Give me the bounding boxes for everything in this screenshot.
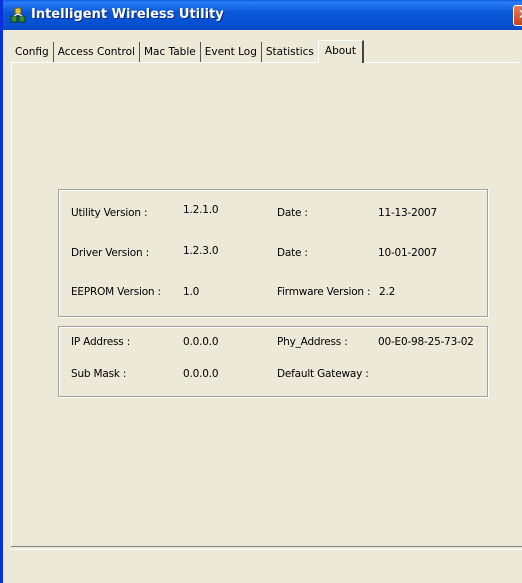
- window-title: Intelligent Wireless Utility: [31, 7, 224, 22]
- tab-strip: Config Access Control Mac Table Event Log St…: [11, 40, 364, 63]
- title-bar[interactable]: Intelligent Wireless Utility ✕: [3, 0, 522, 30]
- close-button[interactable]: ✕: [513, 5, 522, 26]
- close-icon: ✕: [518, 7, 522, 23]
- status-divider: [11, 546, 522, 550]
- ip-address-value: 0.0.0.0: [183, 336, 219, 348]
- utility-date-label: Date :: [277, 207, 308, 219]
- eeprom-version-label: EEPROM Version :: [71, 286, 161, 298]
- app-window: Intelligent Wireless Utility ✕ ConfigAcc…: [0, 0, 522, 583]
- utility-version-label: Utility Version :: [71, 207, 148, 219]
- ip-address-label: IP Address :: [71, 336, 131, 348]
- firmware-version-label: Firmware Version :: [277, 286, 371, 298]
- tab-event-log[interactable]: Event Log: [199, 42, 261, 62]
- phy-address-value: 00-E0-98-25-73-02: [378, 336, 474, 348]
- utility-date-value: 11-13-2007: [378, 207, 438, 219]
- driver-version-label: Driver Version :: [71, 247, 149, 259]
- tab-access-control[interactable]: Access Control: [52, 42, 139, 62]
- tab-about[interactable]: About: [317, 40, 364, 63]
- sub-mask-label: Sub Mask :: [71, 368, 127, 380]
- default-gateway-label: Default Gateway :: [277, 368, 369, 380]
- eeprom-version-value: 1.0: [183, 286, 200, 298]
- driver-date-label: Date :: [277, 247, 308, 259]
- firmware-version-value: 2.2: [379, 286, 396, 298]
- driver-version-value: 1.2.3.0: [183, 245, 219, 257]
- version-info-group: Utility Version : 1.2.1.0 Date : 11-13-2…: [58, 189, 488, 317]
- tab-statistics[interactable]: Statistics: [260, 42, 318, 62]
- phy-address-label: Phy_Address :: [277, 336, 348, 348]
- driver-date-value: 10-01-2007: [378, 247, 438, 259]
- tab-mac-table[interactable]: Mac Table: [138, 42, 200, 62]
- wireless-network-icon: [10, 7, 26, 23]
- sub-mask-value: 0.0.0.0: [183, 368, 219, 380]
- network-info-group: IP Address : 0.0.0.0 Phy_Address : 00-E0…: [58, 326, 488, 397]
- tab-config[interactable]: Config: [11, 42, 53, 62]
- utility-version-value: 1.2.1.0: [183, 204, 219, 216]
